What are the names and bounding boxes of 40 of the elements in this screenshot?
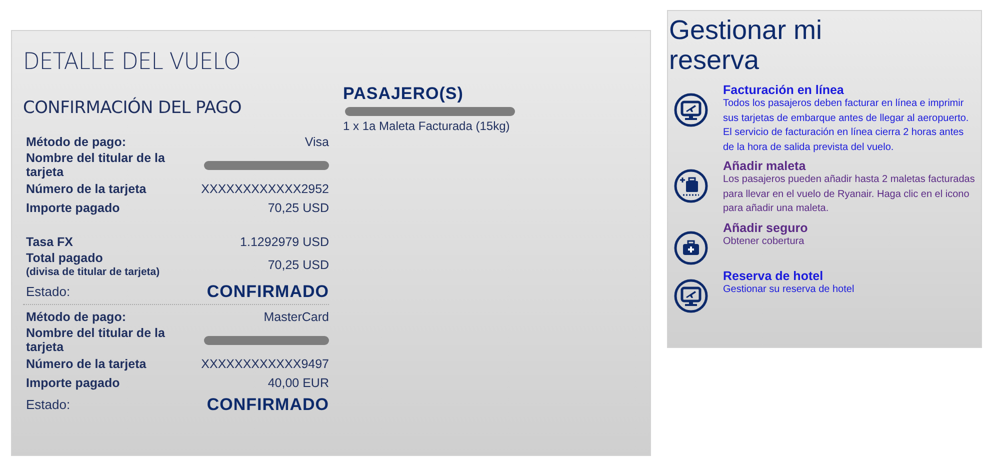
field-label: Número de la tarjeta xyxy=(26,356,148,370)
field-value: 70,25 USD xyxy=(268,258,329,272)
suitcase-icon[interactable] xyxy=(674,169,708,203)
monitor-icon[interactable] xyxy=(674,278,708,312)
field-value: 70,25 USD xyxy=(268,200,329,214)
description: Obtener cobertura xyxy=(723,235,804,248)
description: Los pasajeros pueden añadir hasta 2 maletas facturadas para llevar en el vuelo de Ryanair. Haga clic en el icono para añadir una maleta. xyxy=(723,173,975,216)
link[interactable]: Facturación en línea xyxy=(723,83,844,97)
panel-title: DETALLE DEL VUELO xyxy=(23,49,242,75)
field-label: Nombre del titular de la tarjeta xyxy=(26,151,166,179)
field-label: Importe pagado xyxy=(26,376,121,390)
field-label: Método de pago: xyxy=(26,134,127,148)
medical-kit-icon[interactable] xyxy=(674,230,708,264)
description: Gestionar su reserva de hotel xyxy=(723,282,854,296)
field-value: Visa xyxy=(304,134,329,148)
field-label: Total pagado xyxy=(26,251,104,265)
field-note: (divisa de titular de tarjeta) xyxy=(26,265,161,279)
passenger-item: 1 x 1a Maleta Facturada (15kg) xyxy=(343,119,511,133)
field-label: Método de pago: xyxy=(26,310,127,324)
description: Todos los pasajeros deben facturar en línea e imprimir sus tarjetas de embarque antes de llegar al aeropuerto. El servicio de facturación en línea cierra 2 horas antes de la hora de salida prevista del vuelo. xyxy=(723,97,970,154)
field-label: Estado: xyxy=(26,398,72,412)
field-value: 40,00 EUR xyxy=(268,376,329,390)
section-heading: PASAJERO(S) xyxy=(343,84,464,104)
section-heading: CONFIRMACIÓN DEL PAGO xyxy=(23,98,242,118)
link[interactable]: Añadir maleta xyxy=(723,159,806,173)
link[interactable]: Añadir seguro xyxy=(723,220,808,234)
field-value: MasterCard xyxy=(264,310,329,324)
panel-title: Gestionar mi reserva xyxy=(669,15,824,75)
field-label: Importe pagado xyxy=(26,200,121,214)
field-label: Tasa FX xyxy=(26,234,74,248)
field-label: Estado: xyxy=(26,284,72,298)
field-label: Nombre del titular de la tarjeta xyxy=(26,326,166,354)
field-value: 1.1292979 USD xyxy=(240,234,329,248)
status-value: CONFIRMADO xyxy=(206,282,329,302)
field-label: Número de la tarjeta xyxy=(26,182,148,196)
field-value: XXXXXXXXXXXX2952 xyxy=(201,182,329,196)
monitor-icon[interactable] xyxy=(674,93,708,127)
link[interactable]: Reserva de hotel xyxy=(723,268,824,282)
field-value: XXXXXXXXXXXX9497 xyxy=(201,356,329,370)
status-value: CONFIRMADO xyxy=(206,394,329,414)
